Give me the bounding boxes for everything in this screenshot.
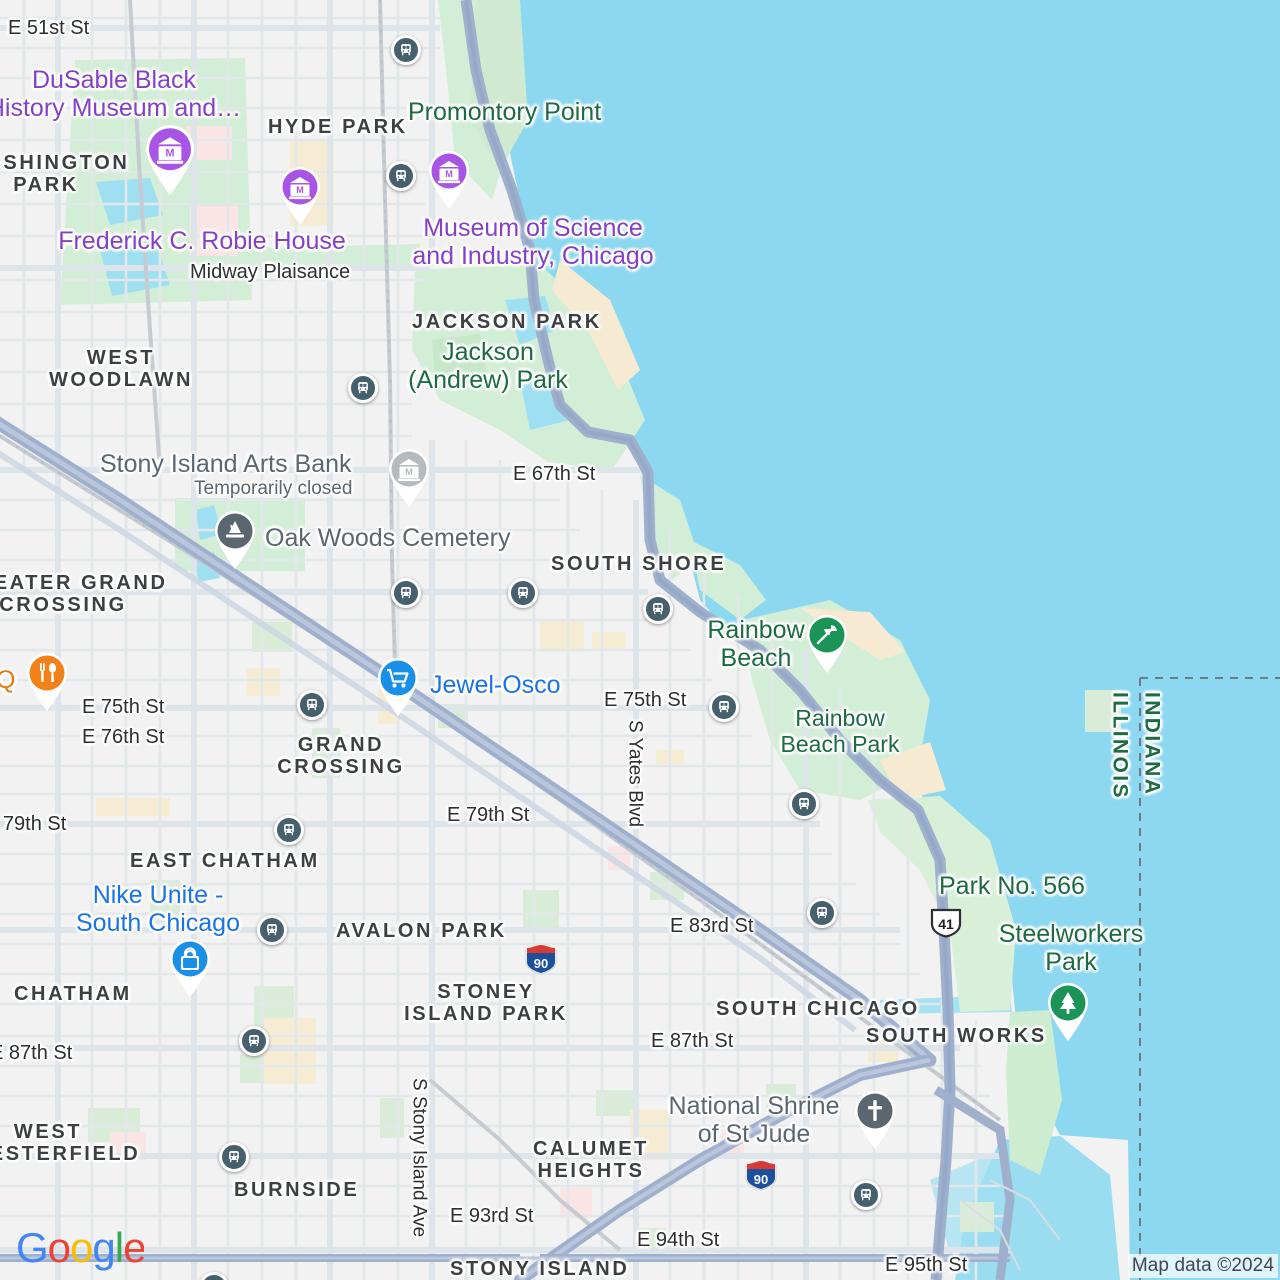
transit-station-icon[interactable] [257,915,287,945]
logo-letter-e: e [123,1228,144,1271]
logo-letter-l: l [115,1228,123,1271]
route-shield-us41[interactable]: 41 [928,908,964,938]
train-icon [799,798,809,810]
svg-text:Google: Google [16,1228,144,1271]
google-logo[interactable]: Google [16,1228,144,1272]
train-icon [817,907,827,919]
poi-marker-q-restaurant[interactable] [24,652,70,712]
transit-station-icon[interactable] [391,35,421,65]
route-number: 90 [534,956,548,971]
poi-marker-dusable-black-history-museum[interactable]: M [142,124,198,196]
train-icon [229,1151,239,1163]
route-number: 90 [754,1172,768,1187]
poi-marker-stony-island-arts-bank[interactable]: M [386,448,432,508]
transit-station-icon[interactable] [508,578,538,608]
train-icon [518,587,528,599]
train-icon [401,587,411,599]
transit-station-icon[interactable] [239,1026,269,1056]
transit-station-icon[interactable] [219,1142,249,1172]
train-icon [861,1189,871,1201]
map-canvas[interactable]: HYDE PARK WASHINGTON PARK JACKSON PARK W… [0,0,1280,1280]
route-shield-i90-south[interactable]: 90 [744,1160,778,1192]
svg-text:M: M [445,169,453,179]
route-shield-i90-north[interactable]: 90 [524,944,558,976]
transit-station-icon[interactable] [297,690,327,720]
train-icon [719,701,729,713]
transit-station-icon[interactable] [643,594,673,624]
transit-station-icon[interactable] [386,161,416,191]
train-icon [401,44,411,56]
poi-marker-museum-of-science-and-industry[interactable]: M [426,150,472,210]
transit-station-icon[interactable] [391,578,421,608]
logo-letter-o1: o [48,1228,70,1271]
poi-marker-rainbow-beach[interactable] [804,614,850,674]
route-number: 41 [938,916,954,932]
transit-station-icon[interactable] [274,815,304,845]
map-attribution: Map data ©2024 [1127,1254,1278,1278]
train-icon [653,603,663,615]
transit-station-icon[interactable] [709,692,739,722]
poi-marker-national-shrine-of-st-jude[interactable] [852,1090,898,1150]
transit-station-icon[interactable] [807,898,837,928]
train-icon [307,699,317,711]
logo-letter-o2: o [70,1228,92,1271]
poi-marker-oak-woods-cemetery[interactable] [212,510,258,570]
train-icon [396,170,406,182]
poi-marker-steelworkers-park[interactable] [1045,982,1091,1042]
svg-text:M: M [166,147,175,159]
svg-text:M: M [405,467,413,477]
train-icon [249,1035,259,1047]
logo-letter-g1: G [16,1228,48,1271]
logo-letter-g2: g [92,1228,114,1271]
transit-station-icon[interactable] [789,789,819,819]
train-icon [358,382,368,394]
train-icon [284,824,294,836]
transit-station-icon[interactable] [348,373,378,403]
transit-station-icon[interactable] [851,1180,881,1210]
poi-marker-nike-unite-south-chicago[interactable] [167,938,213,998]
poi-marker-jewel-osco[interactable] [375,657,421,717]
svg-text:M: M [296,185,304,195]
train-icon [267,924,277,936]
poi-marker-frederick-c-robie-house[interactable]: M [277,166,323,226]
